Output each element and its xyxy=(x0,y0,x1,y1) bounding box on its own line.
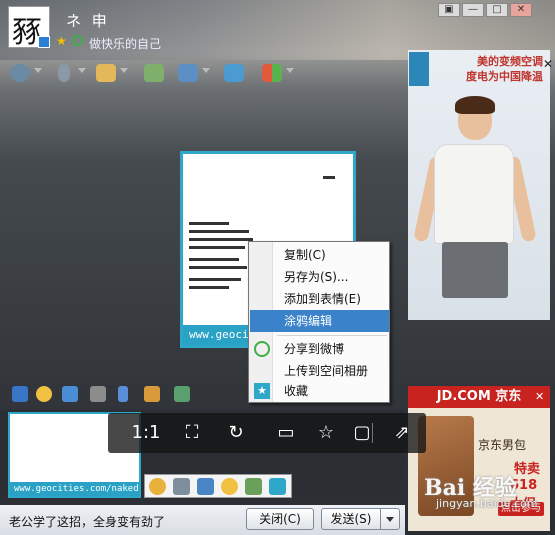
image-icon[interactable] xyxy=(174,386,190,402)
menu-item-label: 分享到微博 xyxy=(284,342,345,356)
preview-text-line xyxy=(189,238,253,241)
webcam-icon xyxy=(10,64,30,82)
preview-text-line xyxy=(189,278,241,281)
share-icon[interactable]: ⇗ xyxy=(390,421,414,445)
preview-text-line xyxy=(189,222,229,225)
thumbnail-footer: www.geocities.com/naked xyxy=(10,482,139,496)
favorite-icon[interactable]: ☆ xyxy=(314,421,338,445)
rotate-icon[interactable]: ↻ xyxy=(224,421,248,445)
favorite-icon[interactable] xyxy=(269,478,286,495)
minimize-button[interactable]: — xyxy=(462,3,484,17)
screen-share-icon xyxy=(178,64,198,82)
menu-item-label: 另存为(S)... xyxy=(284,270,349,284)
main-toolbar xyxy=(0,56,405,90)
menu-item-doodle-edit[interactable]: 涂鸦编辑 xyxy=(250,310,389,332)
input-method-icon[interactable] xyxy=(90,386,106,402)
preview-text-line xyxy=(189,246,245,249)
voice-message-icon[interactable] xyxy=(118,386,128,402)
close-button[interactable]: 关闭(C) xyxy=(246,508,314,530)
maximize-button[interactable]: □ xyxy=(486,3,508,17)
signature-icon xyxy=(72,35,83,46)
skin-button[interactable]: ▣ xyxy=(438,3,460,17)
ad-model-figure xyxy=(413,96,538,320)
menu-item-label: 复制(C) xyxy=(284,248,326,262)
avatar[interactable]: 豩 xyxy=(8,6,50,50)
send-button[interactable]: 发送(S) xyxy=(321,508,381,530)
menu-item-share-weibo[interactable]: 分享到微博 xyxy=(250,338,389,360)
ad-top-logo xyxy=(409,52,429,86)
apps-grid-icon xyxy=(262,64,282,82)
menu-item-save-as[interactable]: 另存为(S)... xyxy=(250,266,389,288)
preview-text-line xyxy=(189,266,247,269)
menu-item-label: 上传到空间相册 xyxy=(284,364,369,378)
emoticon-icon[interactable] xyxy=(36,386,52,402)
menu-item-label: 添加到表情(E) xyxy=(284,292,361,306)
contact-nickname[interactable]: ネ 申 xyxy=(66,10,110,31)
fit-screen-icon[interactable]: ⛶ xyxy=(180,421,204,445)
vip-star-icon: ★ xyxy=(56,34,67,48)
chevron-down-icon xyxy=(286,68,294,73)
menu-separator xyxy=(277,335,387,336)
chevron-down-icon xyxy=(34,68,42,73)
remote-desktop-icon xyxy=(224,64,244,82)
preview-text-line xyxy=(189,258,239,261)
gift-icon[interactable] xyxy=(144,386,160,402)
weibo-share-icon xyxy=(254,341,270,357)
screen-icon[interactable] xyxy=(197,478,214,495)
baidu-watermark-url: jingyan.baidu.com xyxy=(436,497,538,510)
contact-signature: 做快乐的自己 xyxy=(89,37,162,51)
menu-item-copy[interactable]: 复制(C) xyxy=(250,244,389,266)
menu-item-add-to-emoticons[interactable]: 添加到表情(E) xyxy=(250,288,389,310)
chat-window: 豩 ネ 申 ★ 做快乐的自己 ▣ — □ ✕ 美的变频空调 度电为中国降温 ✕ … xyxy=(0,0,555,535)
ad-top-text: 美的变频空调 度电为中国降温 xyxy=(418,54,543,84)
model-shirt xyxy=(434,144,514,244)
input-toolbar xyxy=(0,380,405,408)
viewer-separator xyxy=(372,423,373,443)
save-icon[interactable] xyxy=(173,478,190,495)
save-icon[interactable]: ▭ xyxy=(274,421,298,445)
smile-icon[interactable] xyxy=(221,478,238,495)
avatar-status-icon xyxy=(38,36,50,48)
context-menu: 复制(C) 另存为(S)... 添加到表情(E) 涂鸦编辑 分享到微博 上传到空… xyxy=(248,241,390,403)
close-window-button[interactable]: ✕ xyxy=(510,3,532,17)
chevron-down-icon xyxy=(202,68,210,73)
chevron-down-icon xyxy=(78,68,86,73)
model-shorts xyxy=(442,242,508,298)
preview-text-line xyxy=(189,286,229,289)
image-edit-icon[interactable] xyxy=(245,478,262,495)
ad-bottom-line1: 京东男包 xyxy=(478,438,527,452)
microphone-icon xyxy=(58,64,70,82)
status-link-text[interactable]: 老公学了这招，全身变有劲了 xyxy=(9,513,165,530)
add-app-icon xyxy=(144,64,164,82)
preview-text-line xyxy=(189,230,249,233)
thumbnail-mini-toolbar xyxy=(144,474,292,498)
ad-top-close-icon[interactable]: ✕ xyxy=(543,57,553,71)
image-viewer-toolbar: 1:1 ⛶ ↻ ▭ ☆ ▢ ⇗ xyxy=(108,413,426,453)
emoticon-icon[interactable] xyxy=(149,478,166,495)
ad-bottom-line2: 特卖 xyxy=(514,462,541,477)
menu-item-label: 涂鸦编辑 xyxy=(284,314,333,328)
send-options-button[interactable] xyxy=(380,508,400,530)
preview-doodle xyxy=(323,176,335,179)
ad-bottom-close-icon[interactable]: ✕ xyxy=(535,390,544,403)
model-hair xyxy=(455,96,495,114)
font-icon[interactable] xyxy=(12,386,28,402)
chevron-down-icon xyxy=(120,68,128,73)
actual-size-button[interactable]: 1:1 xyxy=(126,421,166,445)
screenshot-icon[interactable]: ▢ xyxy=(350,421,374,445)
ad-top-line1: 美的变频空调 xyxy=(477,55,543,68)
menu-item-upload-album[interactable]: 上传到空间相册 xyxy=(250,360,389,382)
folder-icon xyxy=(96,64,116,82)
ad-bottom-brand: JD.COM 京东 xyxy=(408,386,550,408)
shake-icon[interactable] xyxy=(62,386,78,402)
ad-top-line2: 度电为中国降温 xyxy=(466,70,543,83)
